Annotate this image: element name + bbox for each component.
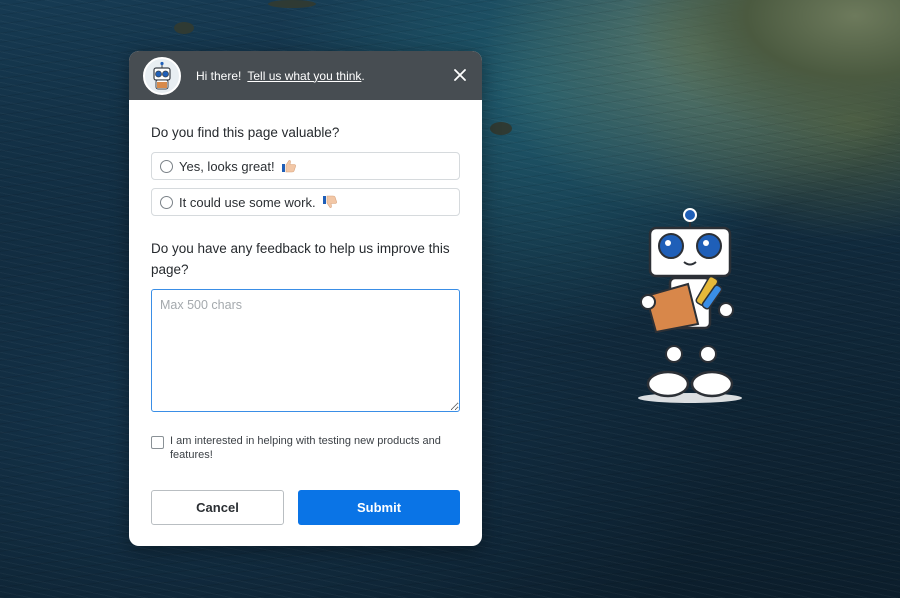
option-needs-work[interactable]: It could use some work. [151,188,460,216]
feedback-widget: Hi there! Tell us what you think. Do you … [129,51,482,546]
option-yes[interactable]: Yes, looks great! [151,152,460,180]
widget-header: Hi there! Tell us what you think. [129,51,482,100]
close-icon [454,69,466,81]
feedback-link[interactable]: Tell us what you think [247,69,361,83]
rock [490,122,512,135]
submit-button[interactable]: Submit [298,490,460,525]
consent-row: I am interested in helping with testing … [151,434,460,462]
rock [174,22,194,34]
option-label: It could use some work. [179,194,316,210]
action-buttons: Cancel Submit [151,490,460,525]
greeting-suffix: . [361,68,365,83]
greeting-text: Hi there! [196,68,242,83]
radio-button[interactable] [160,195,173,209]
question-valuable: Do you find this page valuable? [151,125,340,140]
thumbs-down-icon [322,195,338,209]
robot-mascot-icon [638,208,742,403]
thumbs-up-icon [281,159,297,173]
consent-checkbox[interactable] [151,436,164,449]
feedback-textarea[interactable] [151,289,460,412]
header-greeting: Hi there! Tell us what you think. [196,69,365,83]
radio-button[interactable] [160,159,173,173]
close-button[interactable] [450,65,470,85]
coastline [600,0,900,160]
rock [268,0,316,8]
consent-label: I am interested in helping with testing … [170,435,441,461]
cancel-button[interactable]: Cancel [151,490,284,525]
question-feedback: Do you have any feedback to help us impr… [151,241,450,277]
option-label: Yes, looks great! [179,158,275,174]
robot-avatar-icon [143,56,181,95]
